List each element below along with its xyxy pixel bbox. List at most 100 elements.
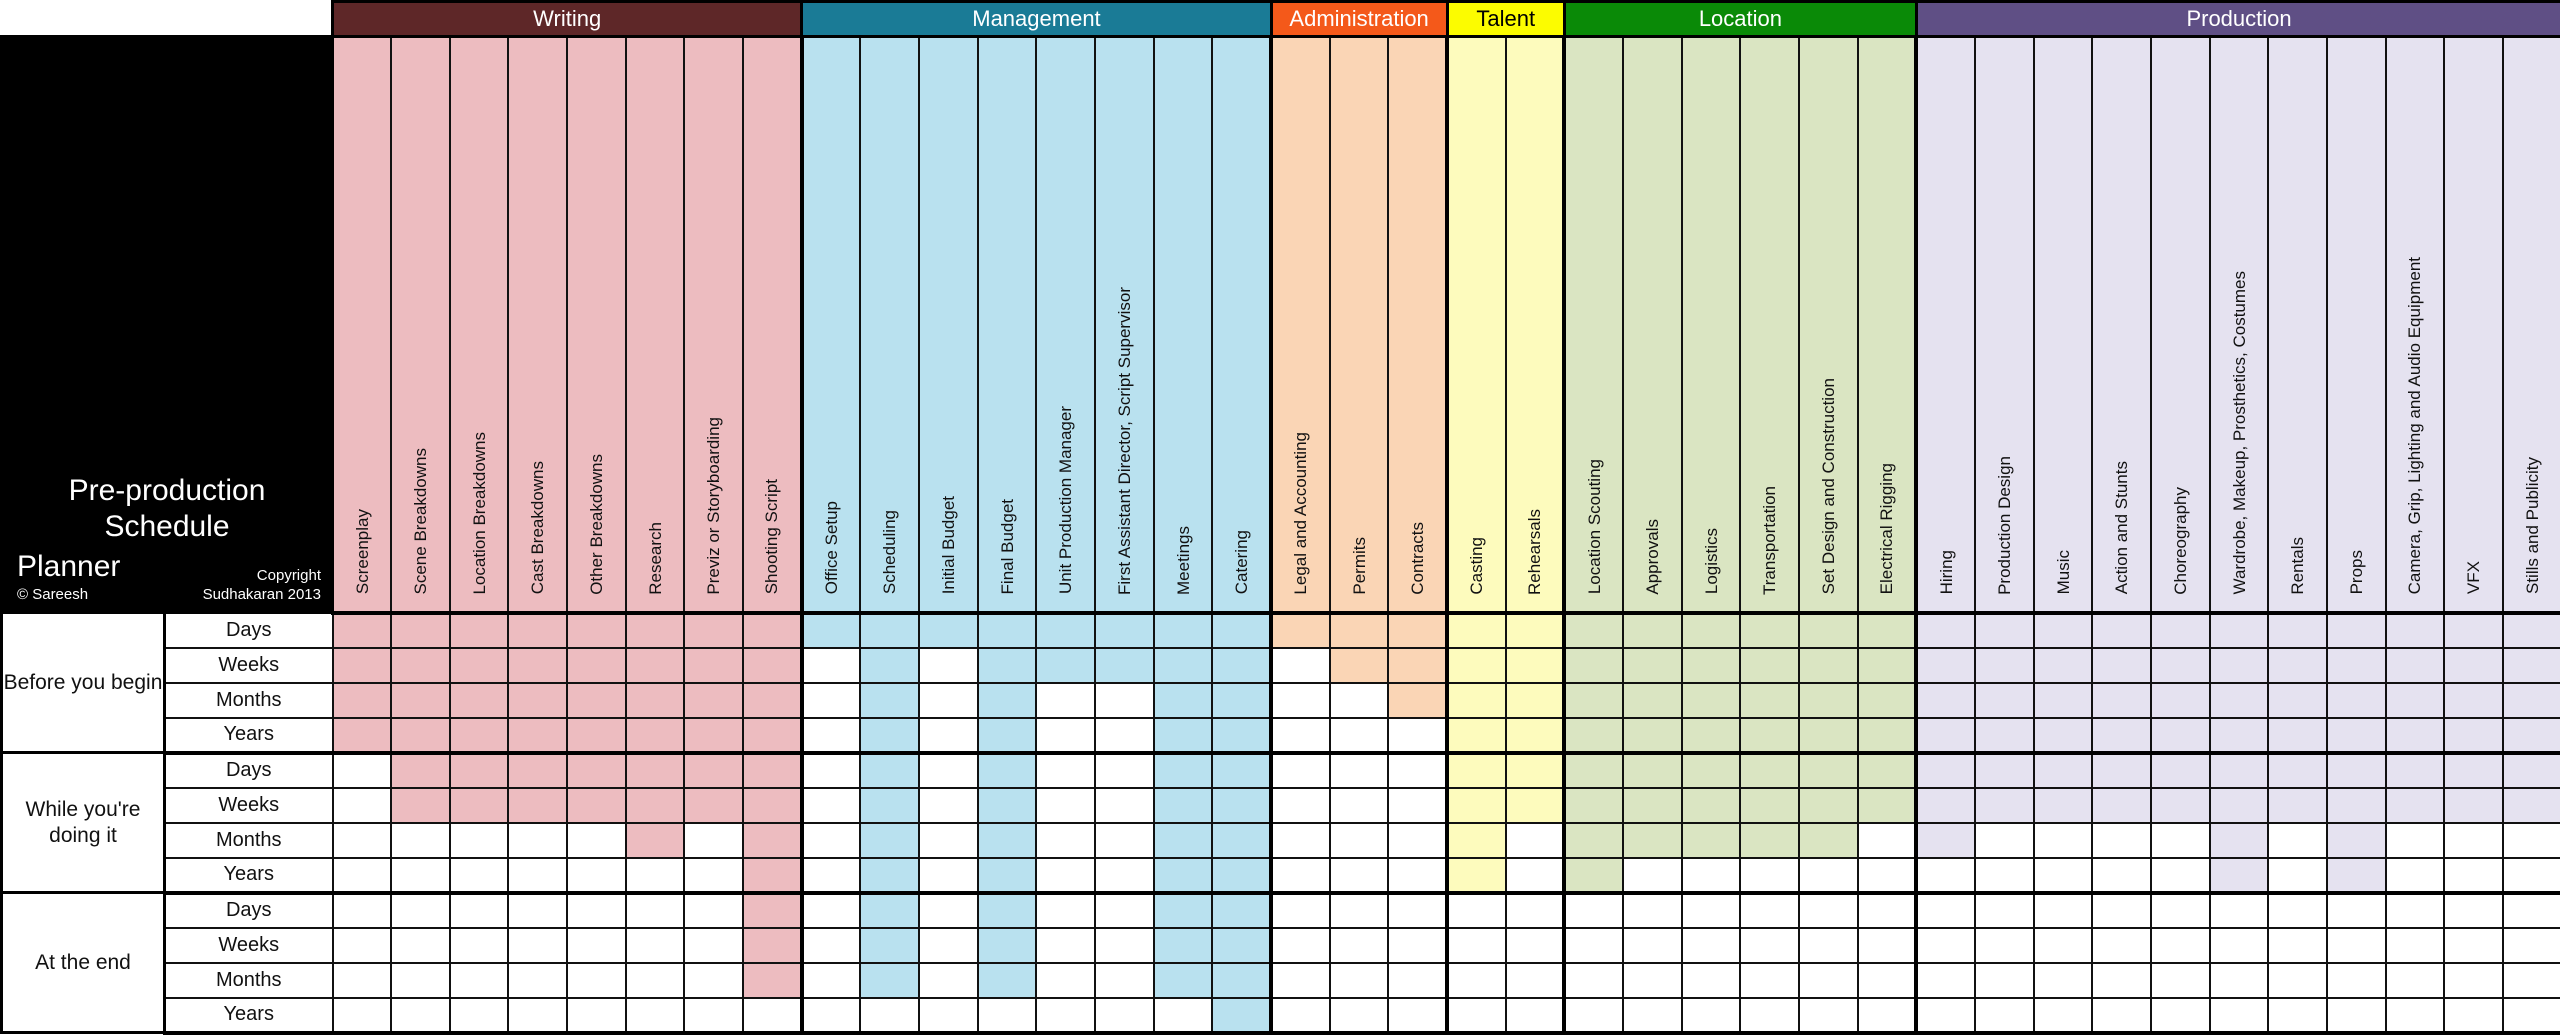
grid-cell[interactable] [919,823,978,858]
grid-cell[interactable] [1212,893,1271,928]
grid-cell[interactable] [2444,823,2503,858]
grid-cell[interactable] [802,858,861,893]
grid-cell[interactable] [1095,998,1154,1033]
grid-cell[interactable] [2386,998,2445,1033]
grid-cell[interactable] [2210,613,2269,648]
grid-cell[interactable] [1212,963,1271,998]
grid-cell[interactable] [2092,963,2151,998]
grid-cell[interactable] [1036,928,1095,963]
column-header-15[interactable]: Catering [1212,37,1271,613]
column-header-26[interactable]: Electrical Rigging [1858,37,1917,613]
grid-cell[interactable] [1740,928,1799,963]
grid-cell[interactable] [1858,928,1917,963]
grid-cell[interactable] [1975,858,2034,893]
grid-cell[interactable] [684,928,743,963]
grid-cell[interactable] [1975,683,2034,718]
grid-cell[interactable] [450,788,509,823]
grid-cell[interactable] [978,963,1037,998]
grid-cell[interactable] [2503,893,2560,928]
grid-cell[interactable] [860,788,919,823]
grid-cell[interactable] [2386,718,2445,753]
grid-cell[interactable] [1975,788,2034,823]
grid-cell[interactable] [1154,998,1213,1033]
grid-cell[interactable] [1682,648,1741,683]
grid-cell[interactable] [2444,963,2503,998]
grid-cell[interactable] [450,858,509,893]
grid-cell[interactable] [1623,753,1682,788]
grid-cell[interactable] [802,928,861,963]
grid-cell[interactable] [508,858,567,893]
grid-cell[interactable] [684,858,743,893]
grid-cell[interactable] [1916,893,1975,928]
grid-cell[interactable] [2386,893,2445,928]
grid-cell[interactable] [1506,753,1565,788]
grid-cell[interactable] [567,928,626,963]
grid-cell[interactable] [2327,788,2386,823]
grid-cell[interactable] [2503,683,2560,718]
grid-cell[interactable] [1036,753,1095,788]
grid-cell[interactable] [684,998,743,1033]
column-header-25[interactable]: Set Design and Construction [1799,37,1858,613]
grid-cell[interactable] [450,893,509,928]
grid-cell[interactable] [1858,648,1917,683]
grid-cell[interactable] [860,683,919,718]
grid-cell[interactable] [508,893,567,928]
grid-cell[interactable] [1447,613,1506,648]
grid-cell[interactable] [567,753,626,788]
grid-cell[interactable] [450,683,509,718]
grid-cell[interactable] [2151,893,2210,928]
grid-cell[interactable] [333,683,392,718]
grid-cell[interactable] [1388,963,1447,998]
grid-cell[interactable] [1564,928,1623,963]
grid-cell[interactable] [802,718,861,753]
grid-cell[interactable] [1388,613,1447,648]
grid-cell[interactable] [1095,858,1154,893]
grid-cell[interactable] [978,893,1037,928]
grid-cell[interactable] [802,613,861,648]
grid-cell[interactable] [684,823,743,858]
column-header-23[interactable]: Logistics [1682,37,1741,613]
grid-cell[interactable] [860,613,919,648]
grid-cell[interactable] [450,928,509,963]
grid-cell[interactable] [2092,893,2151,928]
grid-cell[interactable] [743,718,802,753]
grid-cell[interactable] [2034,718,2093,753]
grid-cell[interactable] [391,858,450,893]
grid-cell[interactable] [1623,858,1682,893]
grid-cell[interactable] [1682,788,1741,823]
grid-cell[interactable] [1212,718,1271,753]
grid-cell[interactable] [1740,753,1799,788]
grid-cell[interactable] [978,823,1037,858]
column-header-17[interactable]: Permits [1330,37,1389,613]
grid-cell[interactable] [2327,613,2386,648]
grid-cell[interactable] [1388,893,1447,928]
grid-cell[interactable] [2092,858,2151,893]
grid-cell[interactable] [1271,753,1330,788]
grid-cell[interactable] [1916,823,1975,858]
grid-cell[interactable] [1330,613,1389,648]
grid-cell[interactable] [567,683,626,718]
grid-cell[interactable] [2092,998,2151,1033]
grid-cell[interactable] [2151,683,2210,718]
grid-cell[interactable] [1388,718,1447,753]
column-header-9[interactable]: Scheduling [860,37,919,613]
grid-cell[interactable] [1154,683,1213,718]
grid-cell[interactable] [1564,718,1623,753]
grid-cell[interactable] [1154,613,1213,648]
grid-cell[interactable] [391,613,450,648]
grid-cell[interactable] [1154,893,1213,928]
grid-cell[interactable] [978,683,1037,718]
grid-cell[interactable] [1623,823,1682,858]
grid-cell[interactable] [2092,648,2151,683]
grid-cell[interactable] [1212,998,1271,1033]
grid-cell[interactable] [684,753,743,788]
grid-cell[interactable] [802,648,861,683]
grid-cell[interactable] [1095,683,1154,718]
grid-cell[interactable] [860,928,919,963]
grid-cell[interactable] [1154,788,1213,823]
grid-cell[interactable] [1506,823,1565,858]
grid-cell[interactable] [1388,753,1447,788]
grid-cell[interactable] [1799,613,1858,648]
grid-cell[interactable] [802,998,861,1033]
grid-cell[interactable] [2034,613,2093,648]
